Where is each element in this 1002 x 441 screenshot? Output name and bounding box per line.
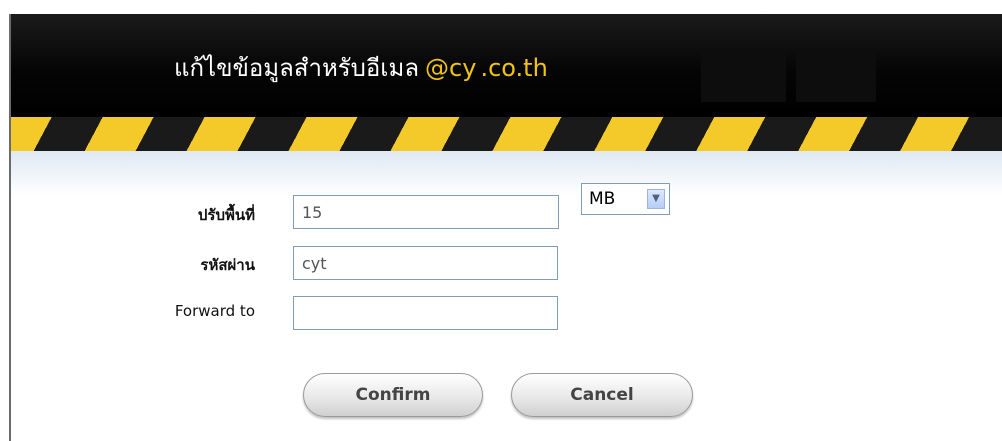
password-input[interactable] [293, 246, 558, 280]
quota-input[interactable] [293, 195, 559, 229]
header-shade-block [701, 48, 786, 102]
edit-email-dialog: แก้ไขข้อมูลสำหรับอีเมล @cy .co.th ปรับพื้น… [9, 14, 1002, 441]
form-content: ปรับพื้นที่ MB ▼ รหัสผ่าน Forward to Con… [11, 151, 1002, 441]
unit-select-value: MB [589, 189, 616, 209]
forward-label: Forward to [174, 302, 255, 320]
confirm-button[interactable]: Confirm [303, 373, 483, 417]
chevron-down-icon[interactable]: ▼ [647, 189, 665, 209]
unit-select[interactable]: MB ▼ [581, 183, 670, 215]
dialog-title: แก้ไขข้อมูลสำหรับอีเมล @cy .co.th [174, 52, 548, 84]
title-domain-suffix: .co.th [480, 54, 548, 82]
title-text: แก้ไขข้อมูลสำหรับอีเมล [174, 54, 420, 82]
title-domain: @cy [425, 54, 477, 82]
dialog-header: แก้ไขข้อมูลสำหรับอีเมล @cy .co.th [11, 14, 1002, 117]
quota-label: ปรับพื้นที่ [197, 206, 255, 224]
header-shade-block [796, 48, 876, 102]
password-label: รหัสผ่าน [200, 256, 255, 274]
forward-input[interactable] [293, 296, 558, 330]
hazard-stripe-divider [11, 117, 1002, 151]
cancel-button[interactable]: Cancel [511, 373, 693, 417]
